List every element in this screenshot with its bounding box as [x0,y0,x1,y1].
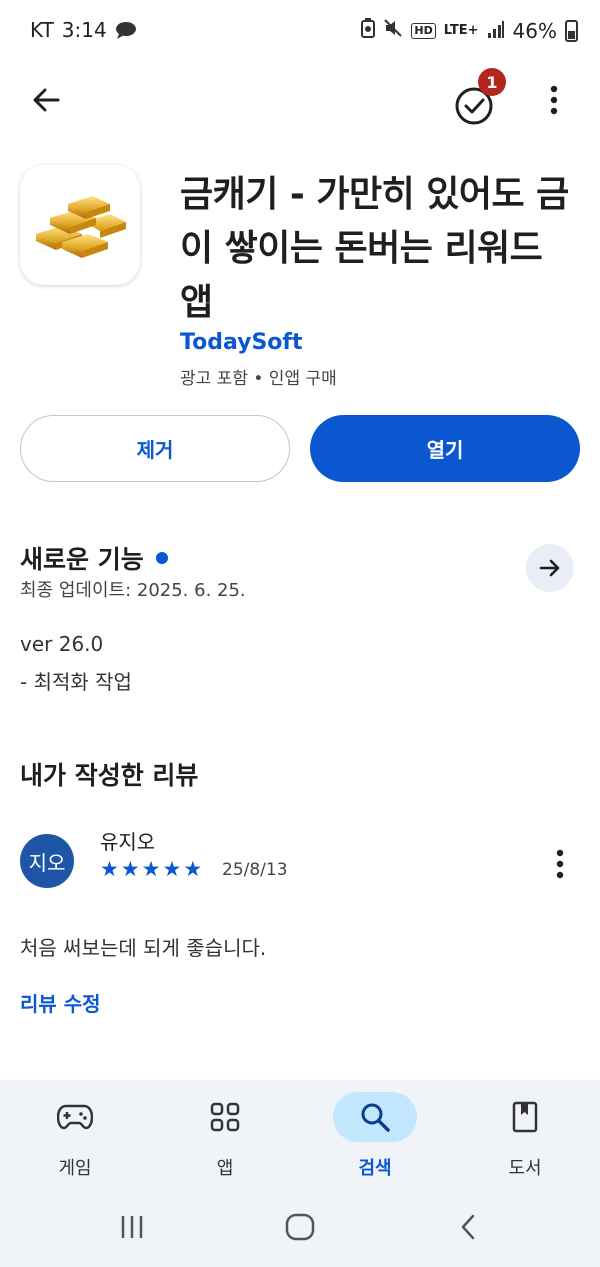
nav-games-pill [33,1092,117,1142]
more-vert-icon [550,85,558,115]
apps-grid-icon [210,1102,240,1132]
clock: 3:14 [61,18,107,42]
nav-apps[interactable]: 앱 [165,1090,285,1190]
edit-review-link[interactable]: 리뷰 수정 [20,988,101,1017]
star-icon: ★ [162,857,182,881]
review-text: 처음 써보는데 되게 좋습니다. [20,936,267,960]
nav-games-label: 게임 [58,1158,92,1179]
bottom-navigation: 게임 앱 검색 도서 [0,1080,600,1190]
my-review-title: 내가 작성한 리뷰 [20,761,199,790]
app-meta: 광고 포함 • 인앱 구매 [180,369,337,389]
system-back-button[interactable] [448,1210,488,1244]
nav-apps-pill [183,1092,267,1142]
review-date: 25/8/13 [222,860,288,880]
gamepad-icon [57,1104,93,1130]
nav-books[interactable]: 도서 [465,1090,585,1190]
more-vert-icon [556,849,564,879]
star-icon: ★ [100,857,119,881]
nav-games[interactable]: 게임 [15,1090,135,1190]
home-icon [285,1213,315,1241]
back-arrow-icon [33,88,60,112]
review-more-button[interactable] [540,844,580,884]
network-type: LTE+ [443,23,479,38]
mute-icon [383,18,403,43]
version-text: ver 26.0 [20,632,104,656]
app-icon [20,165,140,285]
home-button[interactable] [280,1210,320,1244]
star-rating: ★ ★ ★ ★ ★ [100,856,202,882]
signal-icon [487,19,505,43]
whats-new-arrow-button[interactable] [526,544,574,592]
battery-icon [565,19,578,42]
chat-bubble-icon [115,22,136,39]
gold-bars-icon [36,196,126,258]
changelog-text: - 최적화 작업 [20,670,132,694]
reviewer-name: 유지오 [100,830,156,854]
nav-search[interactable]: 검색 [315,1090,435,1190]
avatar: 지오 [20,834,74,888]
new-indicator-dot [155,552,168,564]
carrier: KT [30,18,54,42]
whats-new-title[interactable]: 새로운 기능 [20,540,168,576]
star-icon: ★ [141,857,161,881]
uninstall-button[interactable]: 제거 [20,415,290,482]
battery-percent: 46% [512,18,557,43]
developer-link[interactable]: TodaySoft [180,330,303,355]
app-title: 금캐기 - 가만히 있어도 금이 쌓이는 돈버는 리워드 앱 [180,174,569,323]
open-button[interactable]: 열기 [310,415,580,482]
search-icon [361,1103,390,1132]
nav-search-label: 검색 [358,1158,392,1179]
whats-new-label: 새로운 기능 [20,545,144,574]
notification-badge: 1 [478,68,506,96]
recent-apps-icon [121,1216,143,1238]
hd-voice-icon: HD [411,22,436,39]
system-navigation-bar [0,1190,600,1267]
nav-books-label: 도서 [508,1158,542,1179]
last-updated: 최종 업데이트: 2025. 6. 25. [20,580,246,601]
star-icon: ★ [183,857,203,881]
arrow-forward-icon [539,559,560,577]
star-icon: ★ [120,857,140,881]
chevron-left-icon [461,1214,475,1240]
recent-apps-button[interactable] [112,1210,152,1244]
more-options-button[interactable] [536,78,572,122]
nav-search-pill [333,1092,417,1142]
back-button[interactable] [24,78,68,122]
battery-saver-icon [361,18,376,43]
nav-books-pill [483,1092,567,1142]
status-left: KT 3:14 [30,18,137,42]
nav-apps-label: 앱 [216,1158,234,1179]
top-app-bar: 1 [0,60,600,136]
status-bar: KT 3:14 HD LTE+ 46% [0,0,600,60]
book-icon [512,1101,538,1133]
status-right: HD LTE+ 46% [361,18,578,43]
